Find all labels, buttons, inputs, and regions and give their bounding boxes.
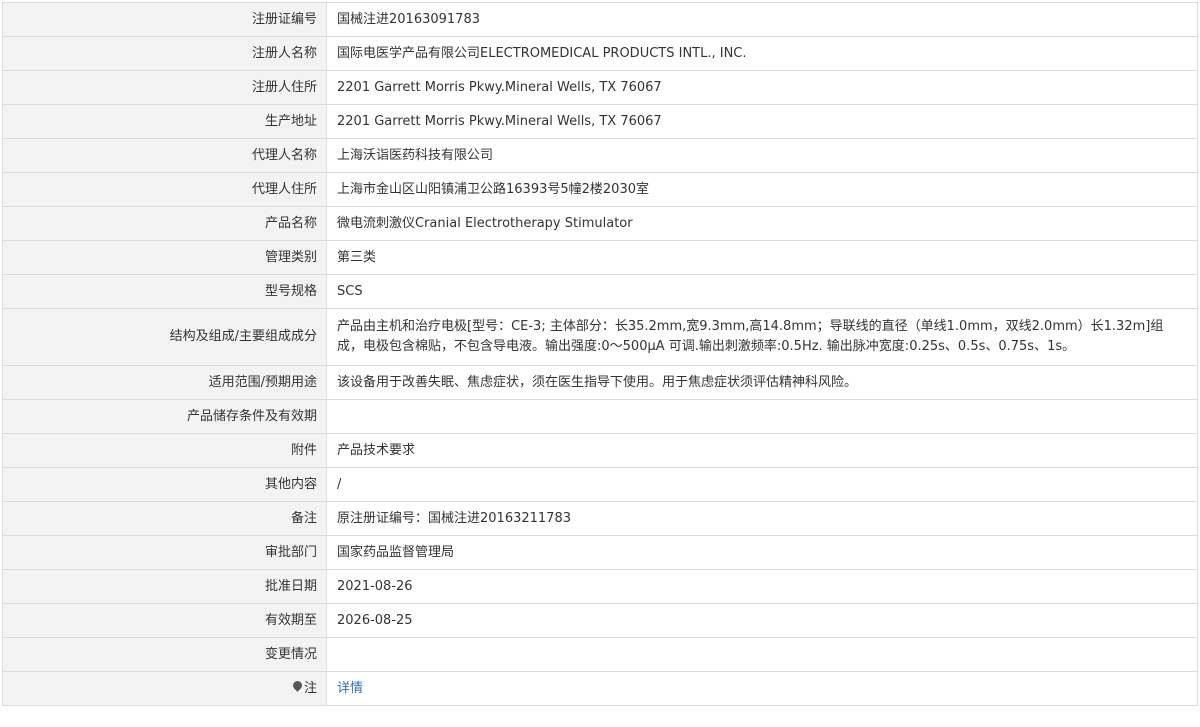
table-row: 生产地址 2201 Garrett Morris Pkwy.Mineral We… [2, 104, 1198, 139]
field-label: 备注 [2, 501, 327, 536]
field-label: 批准日期 [2, 569, 327, 604]
field-label: 生产地址 [2, 104, 327, 139]
note-label: 注 [303, 680, 317, 696]
field-value: 产品技术要求 [326, 433, 1198, 468]
field-label: 其他内容 [2, 467, 327, 502]
registration-detail-table: 注册证编号 国械注进20163091783 注册人名称 国际电医学产品有限公司E… [2, 2, 1198, 706]
field-label: 注册人住所 [2, 70, 327, 105]
table-row: 结构及组成/主要组成成分 产品由主机和治疗电极[型号：CE-3; 主体部分：长3… [2, 308, 1198, 366]
field-label: 结构及组成/主要组成成分 [2, 308, 327, 366]
field-value [326, 637, 1198, 672]
field-value: 2026-08-25 [326, 603, 1198, 638]
field-label: 产品名称 [2, 206, 327, 241]
table-row: 注册人住所 2201 Garrett Morris Pkwy.Mineral W… [2, 70, 1198, 105]
field-label: 适用范围/预期用途 [2, 365, 327, 400]
field-label: 有效期至 [2, 603, 327, 638]
table-row: 型号规格 SCS [2, 274, 1198, 309]
map-pin-icon [293, 681, 302, 693]
table-row: 备注 原注册证编号：国械注进20163211783 [2, 501, 1198, 536]
table-row: 注册人名称 国际电医学产品有限公司ELECTROMEDICAL PRODUCTS… [2, 36, 1198, 71]
field-label: 代理人住所 [2, 172, 327, 207]
field-label: 注册人名称 [2, 36, 327, 71]
table-row: 批准日期 2021-08-26 [2, 569, 1198, 604]
field-label: 代理人名称 [2, 138, 327, 173]
table-row: 附件 产品技术要求 [2, 433, 1198, 468]
table-row: 适用范围/预期用途 该设备用于改善失眠、焦虑症状，须在医生指导下使用。用于焦虑症… [2, 365, 1198, 400]
table-row: 其他内容 / [2, 467, 1198, 502]
note-value-cell: 详情 [326, 671, 1198, 706]
field-value: 国械注进20163091783 [326, 2, 1198, 37]
table-row: 变更情况 [2, 637, 1198, 672]
field-label: 产品储存条件及有效期 [2, 399, 327, 434]
field-value: 2201 Garrett Morris Pkwy.Mineral Wells, … [326, 104, 1198, 139]
field-value: 2201 Garrett Morris Pkwy.Mineral Wells, … [326, 70, 1198, 105]
note-label-cell: 注 [2, 671, 327, 706]
field-value: 2021-08-26 [326, 569, 1198, 604]
field-label: 注册证编号 [2, 2, 327, 37]
field-label: 审批部门 [2, 535, 327, 570]
field-label: 变更情况 [2, 637, 327, 672]
table-row: 代理人住所 上海市金山区山阳镇浦卫公路16393号5幢2楼2030室 [2, 172, 1198, 207]
field-value: 上海沃诣医药科技有限公司 [326, 138, 1198, 173]
field-label: 管理类别 [2, 240, 327, 275]
table-row: 审批部门 国家药品监督管理局 [2, 535, 1198, 570]
note-row: 注 详情 [2, 671, 1198, 706]
field-value: 国家药品监督管理局 [326, 535, 1198, 570]
field-value: 上海市金山区山阳镇浦卫公路16393号5幢2楼2030室 [326, 172, 1198, 207]
field-value: 产品由主机和治疗电极[型号：CE-3; 主体部分：长35.2mm,宽9.3mm,… [326, 308, 1198, 366]
table-row: 产品储存条件及有效期 [2, 399, 1198, 434]
field-label: 附件 [2, 433, 327, 468]
field-value: 第三类 [326, 240, 1198, 275]
table-row: 有效期至 2026-08-25 [2, 603, 1198, 638]
details-link[interactable]: 详情 [337, 681, 363, 696]
field-value [326, 399, 1198, 434]
field-value: 原注册证编号：国械注进20163211783 [326, 501, 1198, 536]
field-value: SCS [326, 274, 1198, 309]
field-value: 该设备用于改善失眠、焦虑症状，须在医生指导下使用。用于焦虑症状须评估精神科风险。 [326, 365, 1198, 400]
table-row: 代理人名称 上海沃诣医药科技有限公司 [2, 138, 1198, 173]
table-row: 注册证编号 国械注进20163091783 [2, 2, 1198, 37]
field-value: 微电流刺激仪Cranial Electrotherapy Stimulator [326, 206, 1198, 241]
table-row: 管理类别 第三类 [2, 240, 1198, 275]
field-value: 国际电医学产品有限公司ELECTROMEDICAL PRODUCTS INTL.… [326, 36, 1198, 71]
table-row: 产品名称 微电流刺激仪Cranial Electrotherapy Stimul… [2, 206, 1198, 241]
field-value: / [326, 467, 1198, 502]
field-label: 型号规格 [2, 274, 327, 309]
